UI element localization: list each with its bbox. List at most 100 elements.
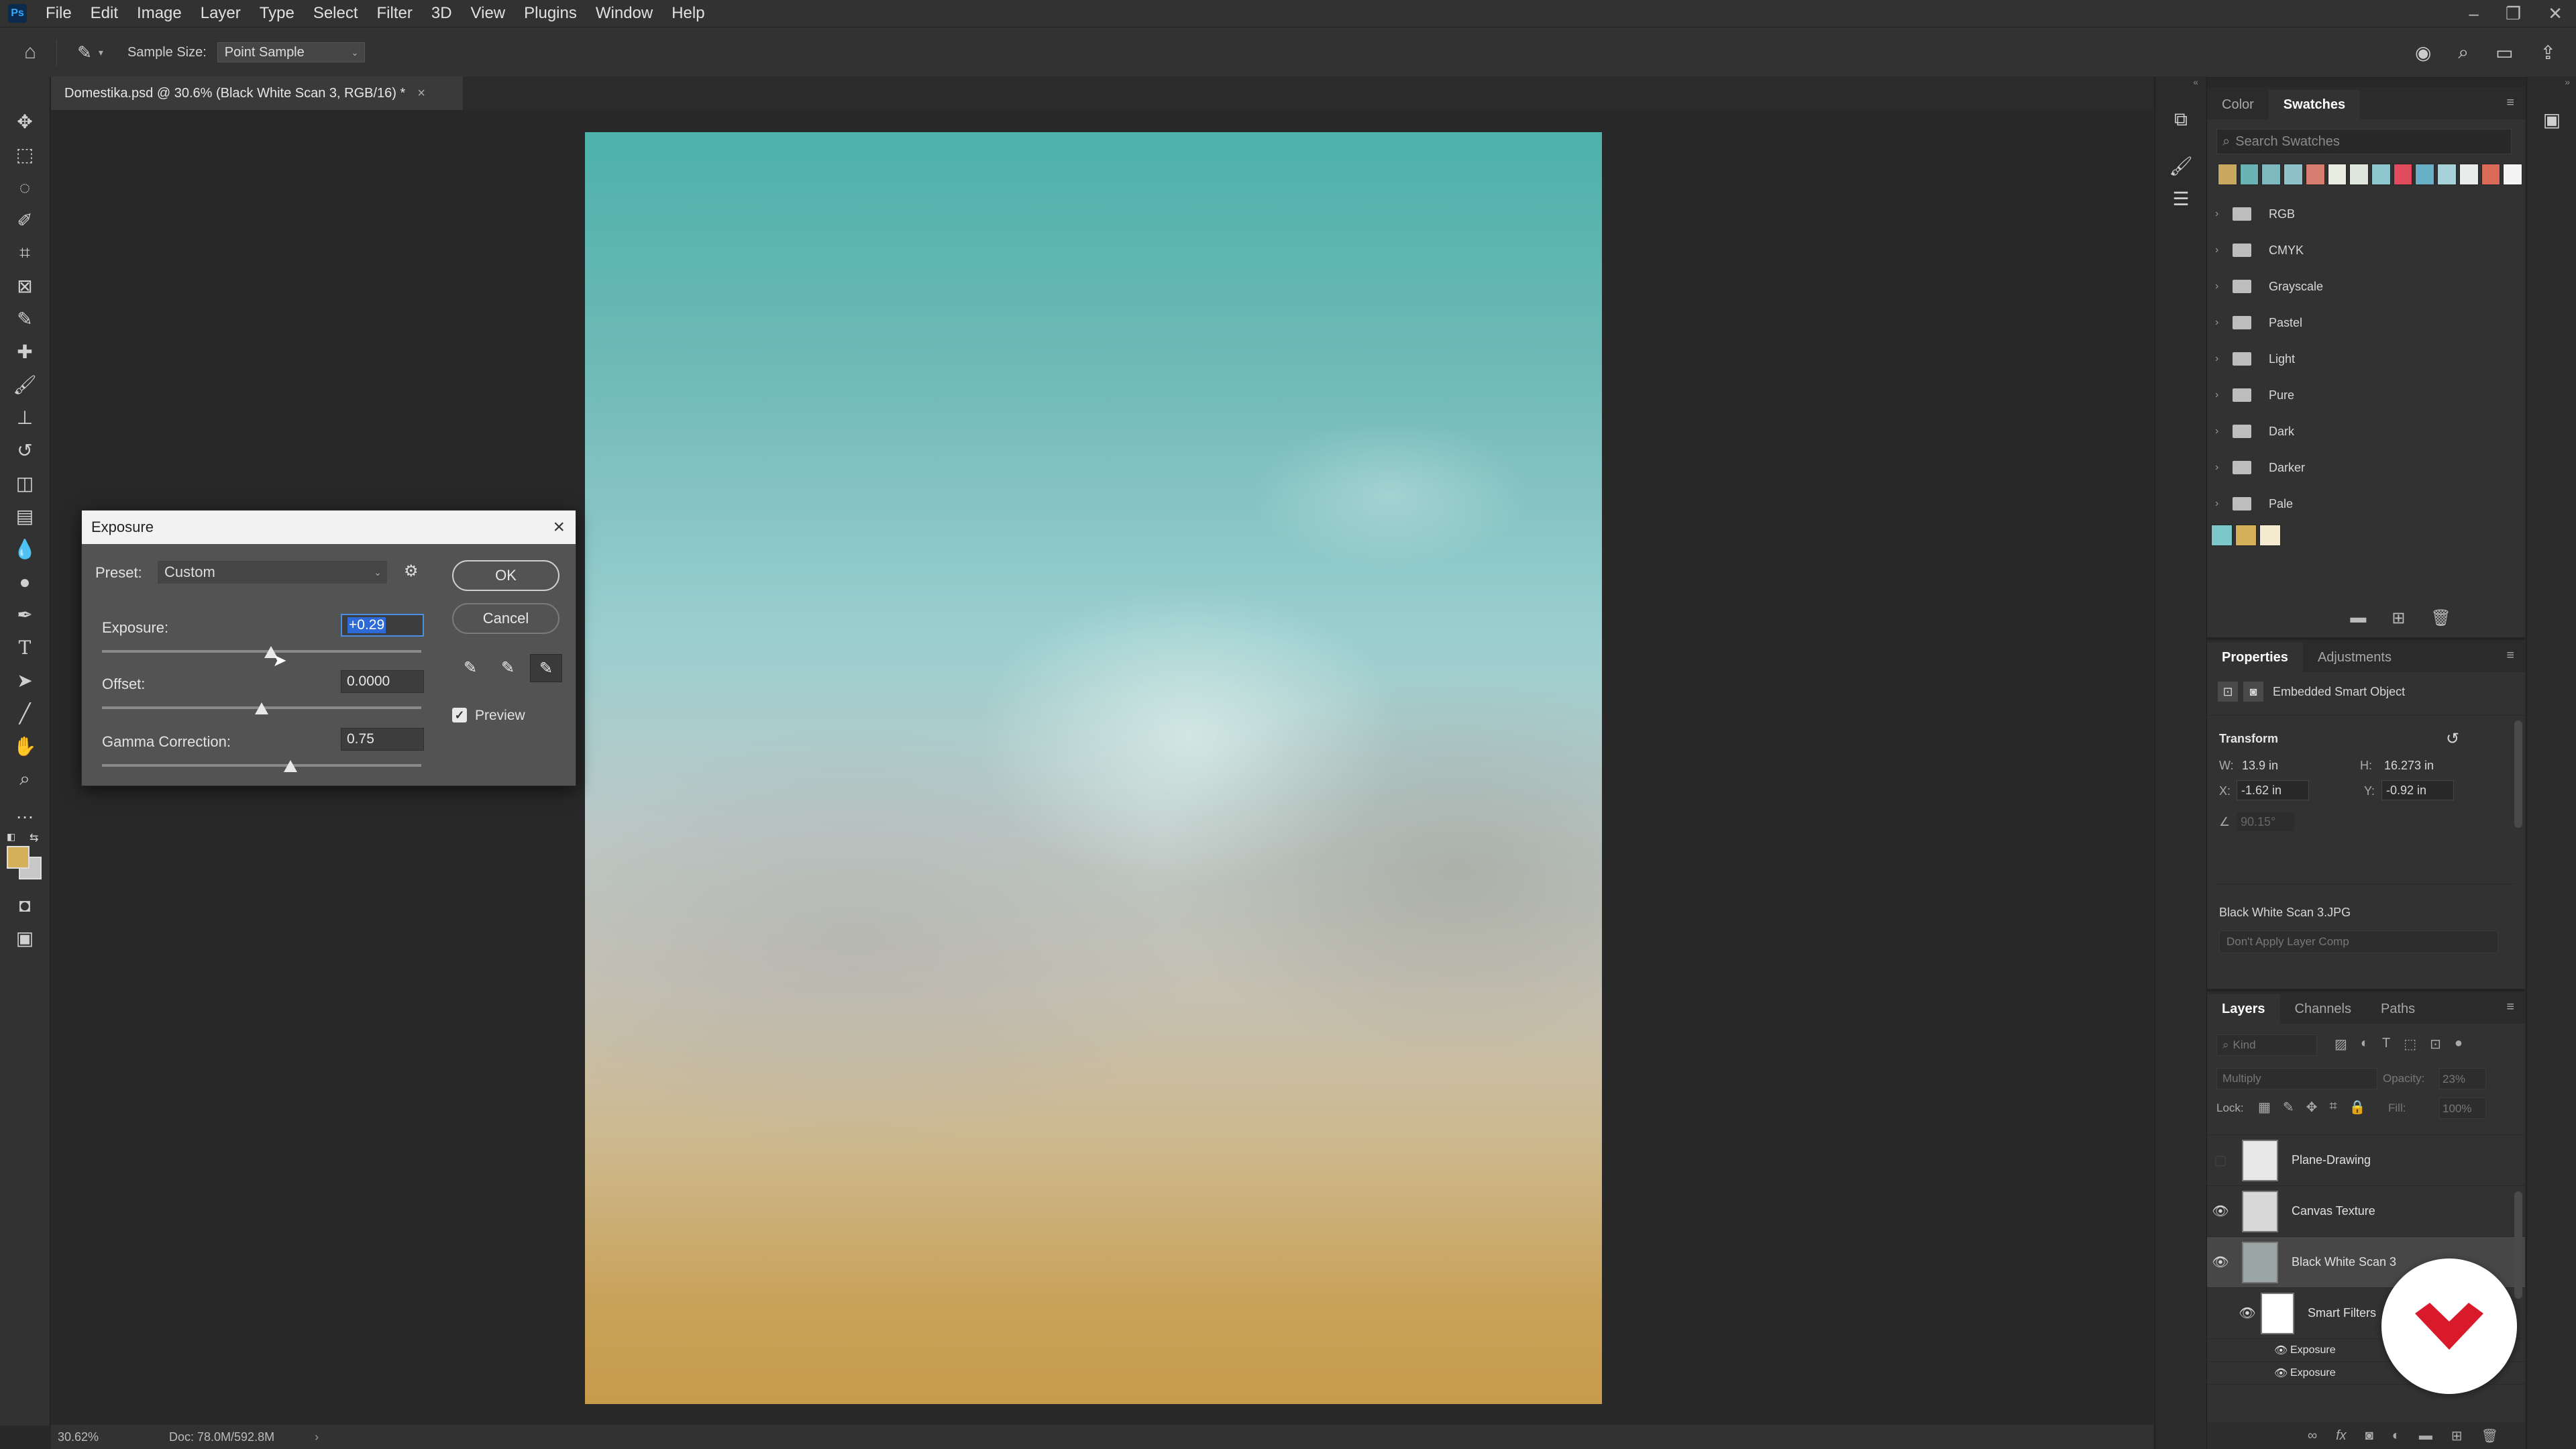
close-icon[interactable]: × bbox=[417, 86, 425, 101]
swatch[interactable] bbox=[2481, 164, 2501, 185]
eye-icon[interactable]: 👁 bbox=[2274, 1344, 2290, 1357]
user-icon[interactable]: ◉ bbox=[2415, 42, 2431, 64]
opacity-value[interactable]: 23% bbox=[2439, 1068, 2486, 1089]
chevron-right-icon[interactable]: › bbox=[315, 1430, 319, 1444]
new-group-icon[interactable]: ▬ bbox=[2350, 608, 2366, 628]
tab-properties[interactable]: Properties bbox=[2207, 643, 2303, 672]
clone-stamp-tool-icon[interactable]: ⊥ bbox=[0, 401, 50, 434]
move-tool-icon[interactable]: ✥ bbox=[0, 105, 50, 138]
swatch-group[interactable]: › RGB bbox=[2207, 196, 2525, 232]
chevron-right-icon[interactable]: › bbox=[2215, 498, 2233, 510]
menu-layer[interactable]: Layer bbox=[191, 4, 250, 23]
lock-all-icon[interactable]: 🔒 bbox=[2349, 1099, 2366, 1116]
chevron-right-icon[interactable]: › bbox=[2215, 462, 2233, 474]
ok-button[interactable]: OK bbox=[452, 560, 559, 591]
width-value[interactable]: 13.9 in bbox=[2242, 759, 2278, 773]
layer-filter-select[interactable]: ⌕ Kind bbox=[2216, 1034, 2317, 1056]
foreground-color-swatch[interactable] bbox=[7, 846, 30, 869]
swatch-group[interactable]: › Dark bbox=[2207, 413, 2525, 449]
new-layer-icon[interactable]: ⊞ bbox=[2451, 1428, 2463, 1444]
blend-mode-select[interactable]: Multiply bbox=[2216, 1068, 2377, 1089]
tab-channels[interactable]: Channels bbox=[2280, 994, 2367, 1024]
gray-point-eyedropper-icon[interactable]: ✎ bbox=[492, 654, 523, 681]
workspace-icon[interactable]: ▭ bbox=[2496, 42, 2513, 64]
path-selection-tool-icon[interactable]: ➤ bbox=[0, 664, 50, 697]
menu-image[interactable]: Image bbox=[127, 4, 191, 23]
quick-mask-icon[interactable]: ◘ bbox=[0, 889, 50, 922]
swatch[interactable] bbox=[2259, 525, 2281, 546]
brush-tool-icon[interactable]: 🖌 bbox=[0, 368, 50, 401]
delete-icon[interactable]: 🗑 bbox=[2431, 608, 2451, 628]
filter-pixel-icon[interactable]: ▨ bbox=[2334, 1036, 2347, 1053]
close-window-button[interactable]: ✕ bbox=[2548, 3, 2563, 24]
offset-slider-thumb[interactable] bbox=[255, 702, 268, 714]
eye-icon[interactable]: 👁 bbox=[2274, 1366, 2290, 1380]
properties-scrollbar[interactable] bbox=[2514, 720, 2522, 828]
swatch[interactable] bbox=[2393, 164, 2413, 185]
chevron-right-icon[interactable]: › bbox=[2215, 244, 2233, 256]
menu-file[interactable]: File bbox=[36, 4, 81, 23]
lock-pixels-icon[interactable]: ✎ bbox=[2283, 1099, 2294, 1116]
collapse-icon[interactable]: » bbox=[2527, 76, 2576, 103]
add-mask-icon[interactable]: ◙ bbox=[2365, 1428, 2373, 1444]
marquee-tool-icon[interactable]: ⬚ bbox=[0, 138, 50, 171]
swatch[interactable] bbox=[2503, 164, 2523, 185]
filter-toggle-icon[interactable]: ● bbox=[2455, 1036, 2463, 1053]
menu-plugins[interactable]: Plugins bbox=[515, 4, 586, 23]
eyedropper-tool-preset-icon[interactable]: ✎ bbox=[77, 42, 92, 63]
menu-help[interactable]: Help bbox=[662, 4, 714, 23]
offset-input[interactable]: 0.0000 bbox=[341, 670, 424, 693]
layer-comp-select[interactable]: Don't Apply Layer Comp bbox=[2219, 930, 2498, 953]
chevron-right-icon[interactable]: › bbox=[2215, 353, 2233, 365]
filter-adjustment-icon[interactable]: ◐ bbox=[2361, 1036, 2369, 1053]
screen-mode-icon[interactable]: ▣ bbox=[0, 922, 50, 955]
angle-value[interactable]: 90.15° bbox=[2237, 812, 2294, 831]
new-group-icon[interactable]: ▬ bbox=[2419, 1428, 2432, 1444]
black-point-eyedropper-icon[interactable]: ✎ bbox=[455, 654, 486, 681]
exposure-input[interactable]: +0.29 bbox=[341, 614, 424, 637]
eyedropper-tool-icon[interactable]: ✎ bbox=[0, 303, 50, 335]
chevron-right-icon[interactable]: › bbox=[2215, 389, 2233, 401]
photoshop-logo[interactable]: Ps bbox=[8, 4, 27, 23]
swatch-group[interactable]: › Pure bbox=[2207, 377, 2525, 413]
libraries-panel-icon[interactable]: ▣ bbox=[2527, 103, 2576, 136]
lasso-tool-icon[interactable]: ◌ bbox=[0, 171, 50, 204]
lock-transparent-icon[interactable]: ▦ bbox=[2258, 1099, 2271, 1116]
gamma-slider-track[interactable] bbox=[102, 764, 421, 767]
eye-icon[interactable]: 👁 bbox=[2234, 1305, 2261, 1322]
swatches-search[interactable]: ⌕ Search Swatches bbox=[2216, 129, 2512, 154]
search-icon[interactable]: ⌕ bbox=[2458, 42, 2469, 64]
panel-menu-icon[interactable]: ≡ bbox=[2506, 648, 2514, 663]
filter-smart-object-icon[interactable]: ⊡ bbox=[2430, 1036, 2441, 1053]
menu-3d[interactable]: 3D bbox=[422, 4, 462, 23]
line-tool-icon[interactable]: ╱ bbox=[0, 697, 50, 730]
delete-icon[interactable]: 🗑 bbox=[2481, 1428, 2498, 1444]
swatch[interactable] bbox=[2211, 525, 2233, 546]
swatch[interactable] bbox=[2284, 164, 2303, 185]
menu-view[interactable]: View bbox=[462, 4, 515, 23]
lock-artboard-icon[interactable]: ⌗ bbox=[2329, 1099, 2337, 1116]
chevron-right-icon[interactable]: › bbox=[2215, 425, 2233, 437]
menu-type[interactable]: Type bbox=[250, 4, 304, 23]
x-value[interactable]: -1.62 in bbox=[2237, 780, 2309, 800]
swatch[interactable] bbox=[2459, 164, 2479, 185]
y-value[interactable]: -0.92 in bbox=[2381, 780, 2454, 800]
height-value[interactable]: 16.273 in bbox=[2384, 759, 2434, 773]
layer-style-icon[interactable]: fx bbox=[2336, 1428, 2347, 1444]
menu-filter[interactable]: Filter bbox=[368, 4, 422, 23]
preset-select[interactable]: Custom ⌄ bbox=[157, 560, 388, 584]
eraser-tool-icon[interactable]: ◫ bbox=[0, 467, 50, 500]
layer-row-plane-drawing[interactable]: ▢ Plane-Drawing bbox=[2207, 1135, 2525, 1186]
new-swatch-icon[interactable]: ⊞ bbox=[2392, 608, 2405, 628]
preset-options-icon[interactable]: ⚙ bbox=[404, 561, 419, 581]
swatch-group[interactable]: › CMYK bbox=[2207, 232, 2525, 268]
swatch-group[interactable]: › Grayscale bbox=[2207, 268, 2525, 305]
chevron-down-icon[interactable]: ▾ bbox=[99, 47, 103, 58]
swatch-group[interactable]: › Light bbox=[2207, 341, 2525, 377]
type-tool-icon[interactable]: T bbox=[0, 631, 50, 664]
exposure-slider-track[interactable] bbox=[102, 650, 421, 653]
document-canvas[interactable] bbox=[585, 132, 1602, 1404]
swatch[interactable] bbox=[2305, 164, 2325, 185]
pen-tool-icon[interactable]: ✒ bbox=[0, 598, 50, 631]
swatch[interactable] bbox=[2235, 525, 2257, 546]
